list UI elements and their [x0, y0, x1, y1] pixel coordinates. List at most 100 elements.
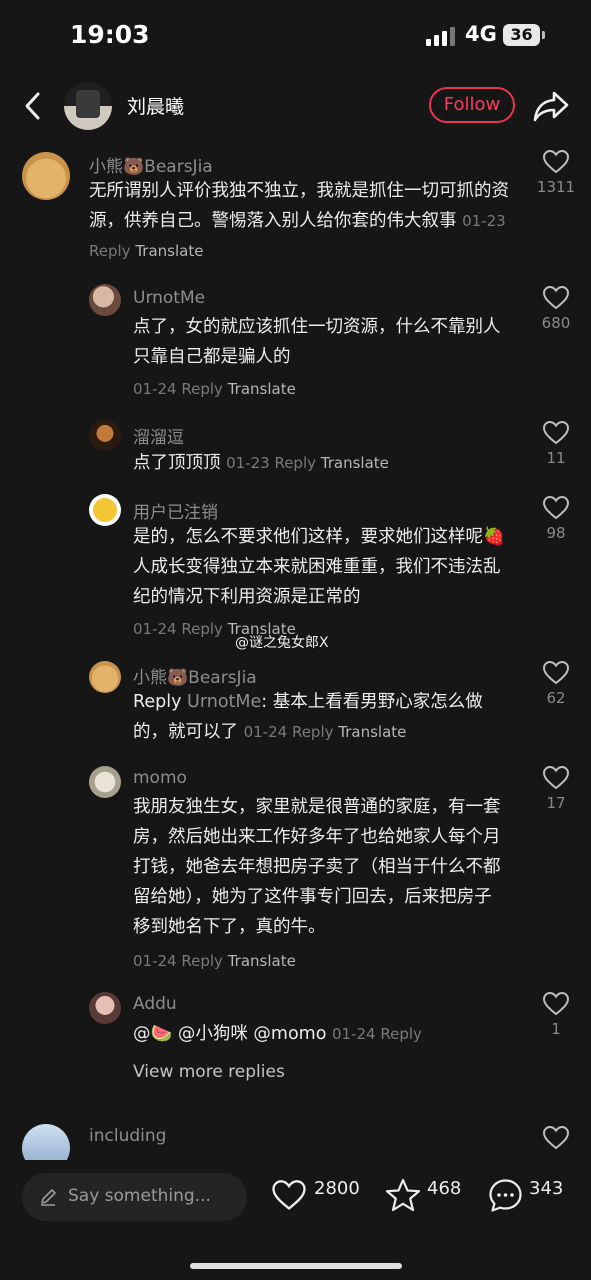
star-icon[interactable] [385, 1178, 421, 1212]
like-button[interactable]: 62 [536, 661, 576, 707]
comment-date: 01-24 [133, 380, 177, 398]
reply-button[interactable]: Reply [181, 620, 223, 638]
reply-prefix: Reply [133, 692, 182, 712]
like-button[interactable]: 680 [536, 286, 576, 332]
comment-count: 343 [529, 1178, 564, 1199]
comment-meta: 01-23 Reply Translate [226, 454, 389, 472]
commenter-name[interactable]: including [89, 1126, 166, 1146]
like-button[interactable]: 98 [536, 496, 576, 542]
comment-date: 01-23 [462, 212, 506, 230]
heart-icon [543, 992, 569, 1016]
like-button[interactable]: 17 [536, 766, 576, 812]
translate-button[interactable]: Translate [135, 242, 203, 260]
reply-button[interactable]: Reply [292, 723, 334, 741]
translate-button[interactable]: Translate [228, 380, 296, 398]
reply-to-mention[interactable]: UrnotMe [187, 692, 261, 712]
commenter-avatar[interactable] [89, 284, 121, 316]
comment-meta: 01-24 Reply Translate [133, 946, 296, 976]
commenter-avatar[interactable] [22, 152, 70, 200]
reply-item: momo 我朋友独生女，家里就是很普通的家庭，有一套房，然后她出来工作好多年了也… [0, 764, 591, 976]
emoji-face-icon [93, 498, 117, 522]
like-button[interactable]: 1311 [536, 150, 576, 196]
comment-date: 01-23 [226, 454, 270, 472]
comment-date: 01-24 [243, 723, 288, 741]
reply-item: 用户已注销 是的，怎么不要求他们这样，要求她们这样呢🍓人成长变得独立本来就困难重… [0, 494, 591, 644]
commenter-name[interactable]: Addu [133, 994, 177, 1014]
favorite-count: 468 [427, 1178, 462, 1199]
status-bar: 19:03 4G 36 [0, 0, 591, 72]
follow-button[interactable]: Follow [429, 87, 515, 123]
commenter-name[interactable]: momo [133, 768, 187, 788]
author-avatar[interactable] [64, 82, 112, 130]
signal-icon [426, 26, 456, 46]
commenter-avatar[interactable] [89, 992, 121, 1024]
heart-icon[interactable] [272, 1180, 306, 1211]
comment-text: @🍉 @小狗咪 @momo 01-24 Reply [133, 1024, 422, 1044]
comment-text: 点了，女的就应该抓住一切资源，什么不靠别人只靠自己都是骗人的 [133, 317, 501, 367]
comment-date: 01-24 [133, 620, 177, 638]
heart-icon [543, 661, 569, 685]
comment-text: Reply UrnotMe: 基本上看看男野心家怎么做的，就可以了 01-24 … [133, 692, 483, 742]
heart-icon [543, 421, 569, 445]
comment-meta: 01-24 Reply Translate [244, 723, 407, 741]
heart-icon [543, 496, 569, 520]
like-button[interactable] [536, 1126, 576, 1150]
commenter-avatar[interactable] [89, 494, 121, 526]
like-button[interactable]: 1 [536, 992, 576, 1038]
comment-item: 小熊🐻BearsJia 无所谓别人评价我独不独立，我就是抓住一切可抓的资源，供养… [0, 148, 591, 268]
view-more-replies[interactable]: View more replies [133, 1062, 285, 1082]
comment-text: 无所谓别人评价我独不独立，我就是抓住一切可抓的资源，供养自己。警惕落入别人给你套… [89, 181, 509, 260]
commenter-avatar[interactable] [89, 419, 121, 451]
heart-icon [543, 286, 569, 310]
comment-date: 01-24 [133, 952, 177, 970]
commenter-avatar[interactable] [22, 1124, 70, 1160]
reply-button[interactable]: Reply [380, 1025, 422, 1043]
back-icon[interactable] [18, 90, 50, 122]
pencil-icon [41, 1189, 56, 1206]
comment-input-placeholder: Say something... [68, 1186, 211, 1206]
translate-button[interactable]: Translate [228, 952, 296, 970]
like-count: 98 [546, 524, 566, 542]
heart-icon [543, 1126, 569, 1150]
commenter-name[interactable]: 溜溜逗 [133, 423, 184, 448]
reply-item: UrnotMe 点了，女的就应该抓住一切资源，什么不靠别人只靠自己都是骗人的 0… [0, 284, 591, 404]
like-count: 17 [546, 794, 566, 812]
translate-button[interactable]: Translate [338, 723, 406, 741]
comment-input[interactable]: Say something... [22, 1173, 247, 1221]
like-count: 1 [551, 1020, 561, 1038]
reply-button[interactable]: Reply [274, 454, 316, 472]
comment-bubble-icon[interactable] [488, 1178, 523, 1213]
comment-item: including [0, 1122, 591, 1160]
like-count: 1311 [536, 178, 576, 196]
comment-text: 点了顶顶顶 01-23 Reply Translate [133, 453, 389, 473]
share-icon[interactable] [532, 88, 570, 124]
like-count: 62 [546, 689, 566, 707]
heart-icon [543, 150, 569, 174]
battery-icon: 36 [503, 24, 545, 46]
heart-icon [543, 766, 569, 790]
commenter-name[interactable]: 小熊🐻BearsJia [133, 663, 257, 688]
comment-text: 是的，怎么不要求他们这样，要求她们这样呢🍓人成长变得独立本来就困难重重，我们不违… [133, 527, 505, 607]
commenter-avatar[interactable] [89, 766, 121, 798]
commenter-name[interactable]: 小熊🐻BearsJia [89, 152, 213, 177]
reply-button[interactable]: Reply [89, 242, 131, 260]
author-name[interactable]: 刘晨曦 [127, 92, 184, 119]
like-button[interactable]: 11 [536, 421, 576, 467]
comment-meta: 01-24 Reply Translate [133, 374, 296, 404]
network-type: 4G [465, 22, 497, 46]
reply-item: 溜溜逗 点了顶顶顶 01-23 Reply Translate 11 [0, 419, 591, 481]
commenter-name[interactable]: UrnotMe [133, 288, 205, 308]
reply-item: Addu @🍉 @小狗咪 @momo 01-24 Reply 1 [0, 990, 591, 1052]
commenter-avatar[interactable] [89, 661, 121, 693]
reply-button[interactable]: Reply [181, 380, 223, 398]
home-indicator [190, 1263, 402, 1269]
header: 刘晨曦 Follow [0, 72, 591, 142]
translate-button[interactable]: Translate [321, 454, 389, 472]
comment-date: 01-24 [332, 1025, 376, 1043]
reply-item: 小熊🐻BearsJia Reply UrnotMe: 基本上看看男野心家怎么做的… [0, 659, 591, 751]
like-count: 680 [541, 314, 571, 332]
reply-button[interactable]: Reply [181, 952, 223, 970]
post-like-count: 2800 [314, 1178, 360, 1199]
commenter-name[interactable]: 用户已注销 [133, 498, 218, 523]
bottom-bar: Say something... 2800 468 343 [0, 1160, 591, 1280]
